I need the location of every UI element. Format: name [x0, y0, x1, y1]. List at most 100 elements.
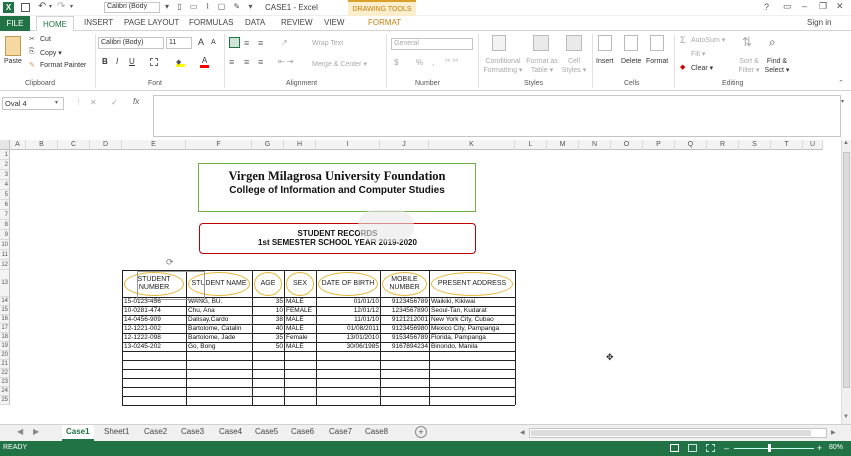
table-header-cell[interactable]: PRESENT ADDRESS — [433, 272, 511, 296]
page-break-view-icon[interactable] — [706, 444, 715, 452]
sheet-tab[interactable]: Case4 — [219, 427, 242, 436]
row-header[interactable]: 6 — [0, 200, 10, 210]
align-center-icon[interactable]: ≡ — [244, 57, 249, 67]
font-name-box[interactable]: Calibri (Body) — [98, 37, 164, 49]
undo-dropdown-icon[interactable]: ▾ — [49, 3, 52, 10]
align-bottom-icon[interactable]: ≡ — [258, 38, 263, 48]
ribbon-display-icon[interactable]: ▭ — [783, 1, 792, 12]
table-cell[interactable]: 13-0245-202 — [123, 342, 186, 351]
tab-formulas[interactable]: FORMULAS — [189, 18, 233, 27]
scroll-down-icon[interactable]: ▼ — [843, 414, 849, 420]
align-top-icon[interactable] — [229, 37, 240, 48]
redo-icon[interactable]: ↷ — [57, 1, 65, 12]
row-header[interactable]: 8 — [0, 220, 10, 230]
copy-icon[interactable]: ⎘ — [29, 48, 35, 56]
zoom-level[interactable]: 80% — [829, 444, 843, 451]
zoom-in-button[interactable]: + — [817, 443, 822, 453]
prev-sheet-icon[interactable]: ◀ — [17, 427, 23, 436]
row-header[interactable]: 25 — [0, 396, 10, 405]
collapse-ribbon-icon[interactable]: ⌃ — [838, 79, 844, 87]
format-cells-button[interactable]: Format — [646, 58, 668, 65]
sort-filter-button[interactable]: Sort & Filter ▾ — [735, 57, 763, 75]
table-header-cell[interactable]: DATE OF BIRTH — [320, 272, 376, 296]
tab-page-layout[interactable]: PAGE LAYOUT — [124, 18, 179, 27]
table-cell[interactable]: 35 — [253, 297, 284, 306]
row-header[interactable]: 18 — [0, 333, 10, 342]
table-cell[interactable]: 01/01/10 — [317, 297, 380, 306]
column-header[interactable]: I — [316, 140, 380, 150]
paste-icon[interactable] — [5, 36, 21, 56]
column-header[interactable]: G — [252, 140, 284, 150]
table-header-cell[interactable]: SEX — [288, 272, 312, 296]
delete-cells-icon[interactable] — [624, 35, 638, 51]
percent-button[interactable]: % — [416, 58, 423, 67]
fill-button[interactable]: Fill ▾ — [691, 50, 705, 58]
merge-center-button[interactable]: Merge & Center ▾ — [312, 60, 367, 68]
table-cell[interactable]: 12/01/12 — [317, 306, 380, 315]
delete-cells-button[interactable]: Delete — [621, 58, 641, 65]
zoom-out-button[interactable]: – — [724, 443, 729, 453]
row-header[interactable]: 2 — [0, 160, 10, 170]
column-header[interactable]: R — [707, 140, 739, 150]
table-cell[interactable]: Seoul-Tan, Kudarat — [430, 306, 515, 315]
format-as-table-icon[interactable] — [533, 35, 549, 51]
table-cell[interactable]: 35 — [253, 333, 284, 342]
orientation-icon[interactable]: ↗ — [281, 38, 288, 47]
row-header[interactable]: 13 — [0, 270, 10, 297]
insert-cells-icon[interactable] — [598, 35, 612, 51]
copy-button[interactable]: Copy ▾ — [40, 49, 62, 57]
sheet-tab[interactable]: Case8 — [365, 427, 388, 436]
row-header[interactable]: 23 — [0, 378, 10, 387]
table-cell[interactable]: 9167894234 — [381, 342, 429, 351]
column-header[interactable]: B — [26, 140, 58, 150]
table-cell[interactable]: MALE — [285, 315, 316, 324]
excel-logo-icon[interactable]: X — [3, 2, 14, 13]
help-icon[interactable]: ? — [764, 2, 769, 12]
sheet-tab[interactable]: Case1 — [62, 425, 94, 441]
table-cell[interactable]: MALE — [285, 324, 316, 333]
format-cells-icon[interactable] — [650, 35, 664, 51]
table-cell[interactable]: 9123456789 — [381, 297, 429, 306]
table-cell[interactable]: New York City, Cubao — [430, 315, 515, 324]
minimize-icon[interactable]: – — [802, 1, 807, 11]
hscroll-left-icon[interactable]: ◀ — [520, 429, 525, 436]
select-all-corner[interactable] — [0, 140, 10, 150]
currency-button[interactable]: $ — [394, 58, 398, 67]
table-cell[interactable]: Bartolome, Catalin — [187, 324, 252, 333]
table-cell[interactable]: Binondo, Manila — [430, 342, 515, 351]
column-header[interactable]: N — [579, 140, 611, 150]
underline-button[interactable]: U — [129, 57, 135, 66]
column-header[interactable]: S — [739, 140, 771, 150]
qat-font-box[interactable]: Calibri (Body — [104, 2, 160, 13]
cut-button[interactable]: Cut — [40, 36, 51, 43]
row-header[interactable]: 12 — [0, 260, 10, 270]
qat-icons[interactable]: ▾ ▯ ▭ ⌇ ▢ ✎ ▾ — [165, 2, 256, 11]
hscroll-thumb[interactable] — [531, 430, 811, 436]
table-cell[interactable]: 10-0281-474 — [123, 306, 186, 315]
insert-cells-button[interactable]: Insert — [596, 58, 614, 65]
scroll-thumb[interactable] — [843, 152, 850, 388]
row-header[interactable]: 16 — [0, 315, 10, 324]
row-header[interactable]: 21 — [0, 360, 10, 369]
table-cell[interactable]: Female — [285, 333, 316, 342]
format-painter-button[interactable]: Format Painter — [40, 62, 86, 69]
qat-more-icon[interactable]: ▾ — [70, 3, 73, 10]
column-header[interactable]: K — [429, 140, 515, 150]
table-cell[interactable]: Bartolome, Jade — [187, 333, 252, 342]
enter-icon[interactable]: ✓ — [111, 98, 118, 107]
page-layout-view-icon[interactable] — [688, 444, 697, 452]
scroll-up-icon[interactable]: ▲ — [843, 140, 849, 146]
table-cell[interactable]: 13/01/2010 — [317, 333, 380, 342]
table-cell[interactable]: 11/01/10 — [317, 315, 380, 324]
tab-view[interactable]: VIEW — [324, 18, 344, 27]
table-cell[interactable]: Dalisay,Cardo — [187, 315, 252, 324]
row-header[interactable]: 3 — [0, 170, 10, 180]
table-cell[interactable]: MALE — [285, 297, 316, 306]
vertical-scrollbar[interactable]: ▲ ▼ — [841, 140, 851, 424]
cell-styles-icon[interactable] — [566, 35, 582, 51]
sort-filter-icon[interactable]: ⇅ — [742, 35, 752, 49]
clear-button[interactable]: Clear ▾ — [691, 64, 713, 72]
shrink-font-button[interactable]: A — [211, 39, 216, 46]
table-cell[interactable]: Mexico City, Pampanga — [430, 324, 515, 333]
column-header[interactable]: U — [803, 140, 823, 150]
